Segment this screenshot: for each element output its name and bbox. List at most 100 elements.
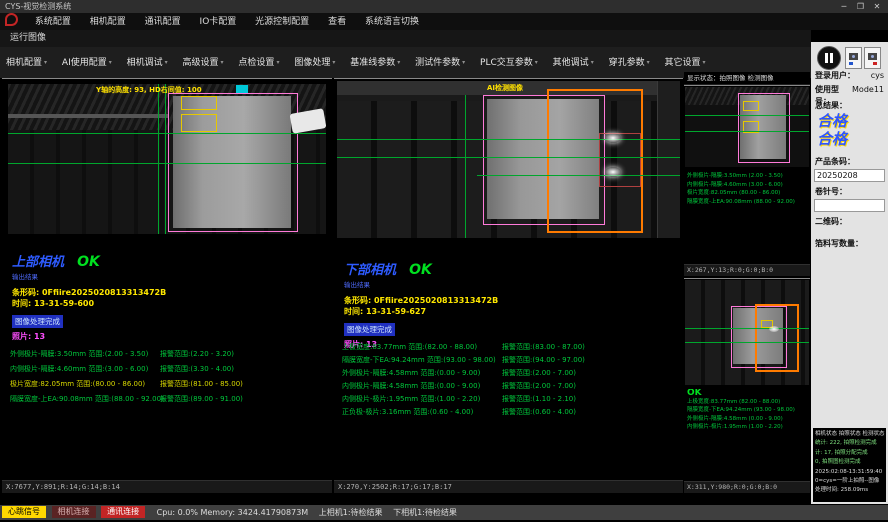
tool-plc-params[interactable]: PLC交互参数▾ — [474, 47, 544, 79]
stats-line: 0, 拍照图检测完成 — [815, 458, 884, 467]
tool-label: 高级设置 — [183, 58, 219, 68]
total-result-label: 总结果： — [815, 100, 847, 112]
chevron-down-icon: ▾ — [703, 59, 706, 66]
roi-box — [181, 96, 217, 110]
measurement-row: 外侧极片-隔膜:4.58mm 范围:(0.00 - 9.00)报警范围:(2.0… — [342, 367, 585, 380]
measure-warn: 报警范围:(3.30 - 4.00) — [160, 362, 234, 377]
result-sub: 输出结果 — [12, 271, 166, 281]
roi-box — [743, 101, 759, 111]
measure-warn: 报警范围:(89.00 - 91.00) — [160, 392, 243, 407]
result-sub: 输出结果 — [344, 279, 498, 289]
tool-testpiece-params[interactable]: 测试件参数▾ — [409, 47, 471, 79]
tool-image-process[interactable]: 图像处理▾ — [288, 47, 341, 79]
roi-box — [599, 133, 641, 187]
product-barcode-input[interactable]: 20250208 — [814, 169, 885, 182]
menu-view[interactable]: 查看 — [320, 14, 354, 31]
roi-box — [181, 114, 217, 132]
measure-text: 上极宽度:83.77mm 范围:(82.00 - 88.00) — [342, 341, 502, 354]
status-bar: 心跳信号 相机连接 通讯连接 Cpu: 0.0% Memory: 3424.41… — [0, 505, 888, 520]
machine-edge — [657, 81, 680, 238]
menu-system-config[interactable]: 系统配置 — [27, 14, 79, 31]
maximize-icon[interactable]: ❐ — [853, 0, 867, 13]
tool-label: PLC交互参数 — [480, 58, 533, 68]
qr-code-label: 二维码： — [815, 216, 847, 228]
result-title: 上部相机 — [12, 255, 64, 270]
measure-line — [8, 163, 326, 164]
side-panel: 登录用户： cys 使用型号： Mode11 总结果： 合格 合格 产品条码： … — [811, 42, 888, 504]
tab-run-image[interactable]: 运行图像 — [0, 30, 811, 47]
measure-warn: 报警范围:(94.00 - 97.00) — [502, 354, 585, 367]
pause-button[interactable] — [817, 46, 841, 70]
tool-spot-check[interactable]: 点检设置▾ — [232, 47, 285, 79]
measure-line — [337, 139, 680, 140]
tool-hole-params[interactable]: 穿孔参数▾ — [603, 47, 656, 79]
measure-line — [477, 175, 680, 176]
tool-baseline-params[interactable]: 基准线参数▾ — [344, 47, 406, 79]
measurement-row: 上极宽度:83.77mm 范围:(82.00 - 88.00)报警范围:(83.… — [342, 341, 585, 354]
process-status-chip: 图像处理完成 — [12, 315, 63, 328]
total-result-lower: 合格 — [817, 130, 847, 148]
time-line: 时间: 13-31-59-600 — [12, 298, 166, 309]
upper-preview-panel[interactable]: 外侧极片-隔膜:3.50mm (2.00 - 3.50) 内侧极片-隔膜:4.6… — [684, 85, 810, 276]
window-title: CYS-视觉检测系统 — [0, 2, 71, 11]
tool-camera-config[interactable]: 相机配置▾ — [0, 47, 53, 79]
pause-icon — [825, 53, 828, 63]
pixel-coords-readout: X:267,Y:13;R:0;G:0;B:0 — [684, 264, 810, 276]
measure-text: 内侧极片-隔膜:4.58mm 范围:(0.00 - 9.00) — [342, 380, 502, 393]
lock-settings-button[interactable] — [864, 47, 881, 69]
lower-preview-image[interactable] — [685, 280, 809, 385]
menu-language[interactable]: 系统语言切换 — [357, 14, 427, 31]
reel-number-input[interactable] — [814, 199, 885, 212]
total-result-upper: 合格 — [817, 112, 847, 130]
app-window: CYS-视觉检测系统 ─ ❐ ✕ 系统配置 相机配置 通讯配置 IO卡配置 光源… — [0, 0, 888, 522]
camera-lens-icon — [852, 55, 855, 58]
result-status: OK — [77, 254, 100, 270]
upper-preview-image[interactable] — [685, 87, 809, 167]
camera-connection-badge: 相机连接 — [52, 506, 96, 518]
measure-line — [158, 84, 159, 234]
measure-line — [465, 95, 466, 238]
tool-advanced-settings[interactable]: 高级设置▾ — [177, 47, 230, 79]
lower-preview-text: OK 上极宽度:83.77mm (82.00 - 88.00) 隔膜宽度-下EA… — [687, 389, 795, 432]
preview-column: 显示状态：拍照图像 检测图像 外侧极片-隔膜:3.50mm (2.00 - 3.… — [684, 72, 810, 492]
lower-preview-panel[interactable]: OK 上极宽度:83.77mm (82.00 - 88.00) 隔膜宽度-下EA… — [684, 278, 810, 493]
preview-ok-status: OK — [687, 389, 795, 398]
menu-light-config[interactable]: 光源控制配置 — [247, 14, 317, 31]
tool-other-debug[interactable]: 其他调试▾ — [547, 47, 600, 79]
tool-label: 图像处理 — [294, 58, 330, 68]
chevron-down-icon: ▾ — [221, 59, 224, 66]
lock-keyhole-icon — [871, 55, 874, 58]
measure-text: 内侧极片-隔膜:4.60mm 范围:(3.00 - 6.00) — [10, 362, 160, 377]
model-value[interactable]: Mode11 — [852, 84, 884, 108]
stats-line: 0=cys=一阶上拍照--图像 — [815, 477, 884, 486]
minimize-icon[interactable]: ─ — [837, 0, 851, 13]
lower-camera-image[interactable]: AI检测图像 — [337, 81, 680, 238]
menu-camera-config[interactable]: 相机配置 — [82, 14, 134, 31]
reflection-highlight — [605, 133, 621, 143]
measure-text: 外侧极片-隔膜:3.50mm 范围:(2.00 - 3.50) — [10, 347, 160, 362]
chevron-down-icon: ▾ — [165, 59, 168, 66]
upper-camera-result: 上相机1:待检结果 — [319, 508, 383, 517]
measure-warn: 报警范围:(81.00 - 85.00) — [160, 377, 243, 392]
tool-label: 基准线参数 — [350, 58, 395, 68]
measurement-row: 正负极-极片:3.16mm 范围:(0.60 - 4.00)报警范围:(0.60… — [342, 406, 585, 419]
preview-line: 隔膜宽度-下EA:94.24mm (93.00 - 98.00) — [687, 406, 795, 415]
machine-edge — [8, 114, 168, 118]
lower-camera-view[interactable]: AI检测图像 下部相机 OK 输出结果 条形码: 0Ffiire20250208… — [334, 78, 683, 493]
preview-line: 内侧极片-极片:1.95mm (1.00 - 2.20) — [687, 423, 795, 432]
tool-label: 相机调试 — [127, 58, 163, 68]
stats-line: 处理时间: 258.09ms — [815, 486, 884, 495]
process-status-chip: 图像处理完成 — [344, 323, 395, 336]
tool-camera-debug[interactable]: 相机调试▾ — [121, 47, 174, 79]
upper-camera-view[interactable]: Y轴的高度: 93, HD右间值: 100 上部相机 OK 输出结果 条形码: … — [2, 78, 332, 493]
tool-ai-config[interactable]: AI使用配置▾ — [56, 47, 118, 79]
menu-io-config[interactable]: IO卡配置 — [192, 14, 245, 31]
login-user-row: 登录用户： cys — [815, 70, 884, 82]
upper-camera-image[interactable]: Y轴的高度: 93, HD右间值: 100 — [8, 84, 326, 234]
measure-line — [337, 157, 680, 158]
tool-label: 穿孔参数 — [609, 58, 645, 68]
camera-capture-button[interactable] — [845, 47, 862, 69]
close-icon[interactable]: ✕ — [870, 0, 884, 13]
measure-text: 内侧极片-极片:1.95mm 范围:(1.00 - 2.20) — [342, 393, 502, 406]
menu-comm-config[interactable]: 通讯配置 — [137, 14, 189, 31]
